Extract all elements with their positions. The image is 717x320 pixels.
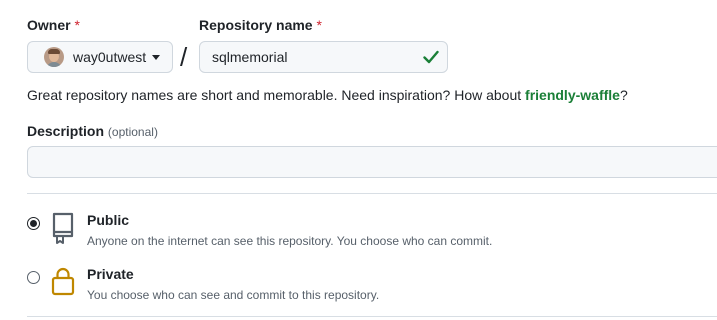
section-divider	[27, 193, 717, 194]
owner-select-button[interactable]: way0utwest	[27, 41, 173, 73]
lock-icon	[51, 267, 75, 296]
avatar	[44, 47, 64, 67]
repo-icon	[52, 212, 74, 244]
public-option-description: Anyone on the internet can see this repo…	[87, 234, 493, 248]
description-label: Description (optional)	[27, 123, 158, 139]
repo-name-input[interactable]	[199, 41, 448, 73]
owner-required-mark: *	[74, 17, 80, 33]
private-option-description: You choose who can see and commit to thi…	[87, 288, 380, 302]
name-suggestion-link[interactable]: friendly-waffle	[525, 87, 620, 103]
repo-name-label: Repository name *	[199, 17, 322, 33]
repo-name-required-mark: *	[316, 17, 322, 33]
private-radio[interactable]	[27, 271, 40, 284]
public-option-title: Public	[87, 212, 130, 228]
section-divider-bottom	[27, 316, 717, 317]
private-option-title: Private	[87, 266, 134, 282]
check-icon	[423, 50, 439, 64]
public-radio[interactable]	[27, 217, 40, 230]
repo-name-label-text: Repository name	[199, 17, 313, 33]
description-input[interactable]	[27, 146, 717, 178]
repo-name-hint: Great repository names are short and mem…	[27, 87, 628, 103]
description-label-text: Description	[27, 123, 105, 139]
chevron-down-icon	[152, 54, 161, 60]
hint-text: Great repository names are short and mem…	[27, 87, 526, 103]
owner-label: Owner *	[27, 17, 80, 33]
owner-name: way0utwest	[73, 49, 147, 65]
owner-repo-separator: /	[180, 42, 188, 72]
description-optional-hint: (optional)	[107, 125, 158, 139]
owner-label-text: Owner	[27, 17, 71, 33]
hint-suffix: ?	[619, 87, 628, 103]
